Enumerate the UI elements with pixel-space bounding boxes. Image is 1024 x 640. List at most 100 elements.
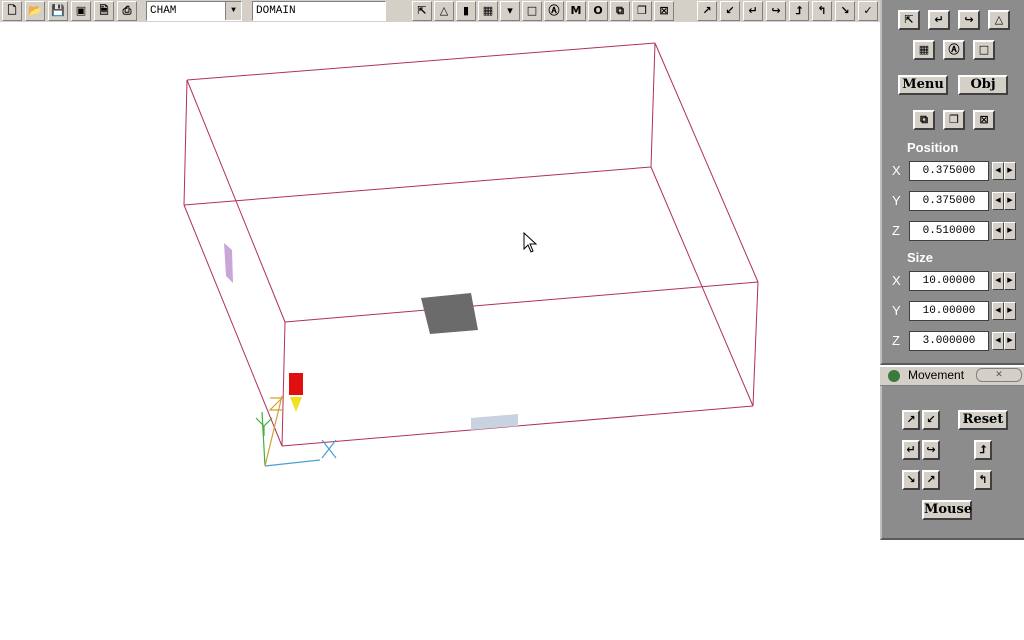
size-z-decrement-icon[interactable]: ◀ bbox=[992, 332, 1004, 350]
position-z-increment-icon[interactable]: ▶ bbox=[1004, 222, 1016, 240]
rotate-right-icon: ↪ bbox=[771, 4, 781, 17]
globe-icon bbox=[888, 370, 900, 382]
move-back-button[interactable]: ↰ bbox=[974, 470, 992, 490]
size-y-axis-label: Y bbox=[892, 303, 901, 318]
menu-button[interactable]: Menu bbox=[898, 75, 948, 95]
duplicate-button[interactable]: ❐ bbox=[632, 1, 652, 21]
rotate-diag-check-button[interactable]: ✓ bbox=[858, 1, 878, 21]
rotate-right-button[interactable]: ↪ bbox=[958, 10, 980, 30]
rotate-left-button[interactable]: ↵ bbox=[743, 1, 763, 21]
outline-button[interactable]: O bbox=[588, 1, 608, 21]
cone-button[interactable]: △ bbox=[434, 1, 454, 21]
cone-icon: △ bbox=[994, 13, 1004, 26]
size-x-increment-icon[interactable]: ▶ bbox=[1004, 272, 1016, 290]
object-icon: Ⓐ bbox=[948, 43, 960, 56]
reset-button[interactable]: Reset bbox=[958, 410, 1008, 430]
rotate-down-left-icon: ↙ bbox=[725, 4, 735, 17]
obj-button[interactable]: Obj bbox=[958, 75, 1008, 95]
image-button[interactable]: ▣ bbox=[71, 1, 91, 21]
delete-object-button[interactable]: ⊠ bbox=[654, 1, 674, 21]
box-outline-button[interactable]: □ bbox=[973, 40, 995, 60]
diag-up-button[interactable]: ↗ bbox=[922, 470, 940, 490]
close-icon[interactable]: ✕ bbox=[976, 368, 1022, 382]
document-button[interactable]: 🗎 bbox=[94, 1, 114, 21]
open-folder-button[interactable]: 📂 bbox=[25, 1, 45, 21]
rotate-up-right-icon: ↗ bbox=[906, 413, 916, 426]
duplicate-button[interactable]: ❐ bbox=[943, 110, 965, 130]
print-button[interactable]: ⎙ bbox=[117, 1, 137, 21]
duplicate-icon: ❐ bbox=[637, 4, 647, 17]
rotate-up-right-button[interactable]: ↗ bbox=[902, 410, 920, 430]
rotate-right-icon: ↪ bbox=[926, 443, 936, 456]
grid-button[interactable]: ▦ bbox=[913, 40, 935, 60]
axes-button[interactable]: ⇱ bbox=[412, 1, 432, 21]
chevron-down-icon[interactable]: ▼ bbox=[225, 2, 241, 20]
rotate-diag-check-icon: ✓ bbox=[863, 4, 873, 17]
size-y-field[interactable]: 10.00000 bbox=[909, 301, 989, 321]
3d-viewport[interactable] bbox=[0, 22, 880, 640]
move-up-button[interactable]: ⮥ bbox=[974, 440, 992, 460]
size-x-axis-label: X bbox=[892, 273, 901, 288]
delete-object-button[interactable]: ⊠ bbox=[973, 110, 995, 130]
mouse-button[interactable]: Mouse bbox=[922, 500, 972, 520]
position-z-decrement-icon[interactable]: ◀ bbox=[992, 222, 1004, 240]
rotate-up-right-button[interactable]: ↗ bbox=[697, 1, 717, 21]
size-y-increment-icon[interactable]: ▶ bbox=[1004, 302, 1016, 320]
rotate-down-left-icon: ↙ bbox=[926, 413, 936, 426]
rotate-left-icon: ↵ bbox=[934, 13, 944, 26]
movement-titlebar[interactable]: Movement ✕ bbox=[880, 367, 1024, 386]
position-y-increment-icon[interactable]: ▶ bbox=[1004, 192, 1016, 210]
position-x-increment-icon[interactable]: ▶ bbox=[1004, 162, 1016, 180]
size-y-decrement-icon[interactable]: ◀ bbox=[992, 302, 1004, 320]
rotate-diag-down-button[interactable]: ↘ bbox=[835, 1, 855, 21]
red-probe-icon: ▮ bbox=[462, 4, 470, 17]
rotate-back-icon: ↰ bbox=[978, 473, 988, 486]
shrink-button[interactable]: ⧉ bbox=[913, 110, 935, 130]
outlet-patch bbox=[471, 414, 518, 430]
rotate-left-button[interactable]: ↵ bbox=[928, 10, 950, 30]
position-y-field[interactable]: 0.375000 bbox=[909, 191, 989, 211]
grid-button[interactable]: ▦ bbox=[478, 1, 498, 21]
object-button[interactable]: Ⓐ bbox=[943, 40, 965, 60]
print-icon: ⎙ bbox=[122, 4, 132, 17]
application-combo[interactable]: CHAM ▼ bbox=[146, 1, 242, 21]
size-z-field[interactable]: 3.000000 bbox=[909, 331, 989, 351]
position-x-field[interactable]: 0.375000 bbox=[909, 161, 989, 181]
rotate-back-button[interactable]: ↰ bbox=[812, 1, 832, 21]
probe-marker[interactable] bbox=[289, 373, 303, 395]
rotate-up-button[interactable]: ⮥ bbox=[789, 1, 809, 21]
position-y-decrement-icon[interactable]: ◀ bbox=[992, 192, 1004, 210]
rotate-down-left-button[interactable]: ↙ bbox=[720, 1, 740, 21]
axes-icon: ⇱ bbox=[417, 4, 427, 17]
rotate-back-icon: ↰ bbox=[817, 4, 827, 17]
size-z-increment-icon[interactable]: ▶ bbox=[1004, 332, 1016, 350]
position-z-field[interactable]: 0.510000 bbox=[909, 221, 989, 241]
rotate-left-icon: ↵ bbox=[748, 4, 758, 17]
rotate-down-left-button[interactable]: ↙ bbox=[922, 410, 940, 430]
size-x-decrement-icon[interactable]: ◀ bbox=[992, 272, 1004, 290]
shrink-button[interactable]: ⧉ bbox=[610, 1, 630, 21]
rotate-diag-down-icon: ↘ bbox=[840, 4, 850, 17]
turn-left-button[interactable]: ↵ bbox=[902, 440, 920, 460]
movement-panel: ↗ ↙ Reset ↵ ↪ ⮥ ↘ ↗ ↰ Mouse bbox=[880, 386, 1024, 540]
new-file-button[interactable]: 🗋 bbox=[2, 1, 22, 21]
grid-dropdown-button[interactable]: ▾ bbox=[500, 1, 520, 21]
object-name-field[interactable]: DOMAIN bbox=[252, 1, 386, 21]
position-label: Position bbox=[907, 140, 959, 155]
turn-right-button[interactable]: ↪ bbox=[922, 440, 940, 460]
size-x-field[interactable]: 10.00000 bbox=[909, 271, 989, 291]
box-outline-button[interactable]: □ bbox=[522, 1, 542, 21]
object-panel: ⇱ ↵ ↪ △ ▦ Ⓐ □ Menu Obj ⧉ ❐ ⊠ Position X 0.375000… bbox=[880, 0, 1024, 365]
red-probe-button[interactable]: ▮ bbox=[456, 1, 476, 21]
diag-down-button[interactable]: ↘ bbox=[902, 470, 920, 490]
cone-button[interactable]: △ bbox=[988, 10, 1010, 30]
mouse-button-label: Mouse bbox=[924, 502, 973, 517]
save-button[interactable]: 💾 bbox=[48, 1, 68, 21]
shrink-icon: ⧉ bbox=[920, 113, 928, 126]
mesh-icon: M bbox=[570, 4, 582, 17]
position-x-decrement-icon[interactable]: ◀ bbox=[992, 162, 1004, 180]
object-button[interactable]: Ⓐ bbox=[544, 1, 564, 21]
rotate-right-button[interactable]: ↪ bbox=[766, 1, 786, 21]
mesh-button[interactable]: M bbox=[566, 1, 586, 21]
axes-button[interactable]: ⇱ bbox=[898, 10, 920, 30]
